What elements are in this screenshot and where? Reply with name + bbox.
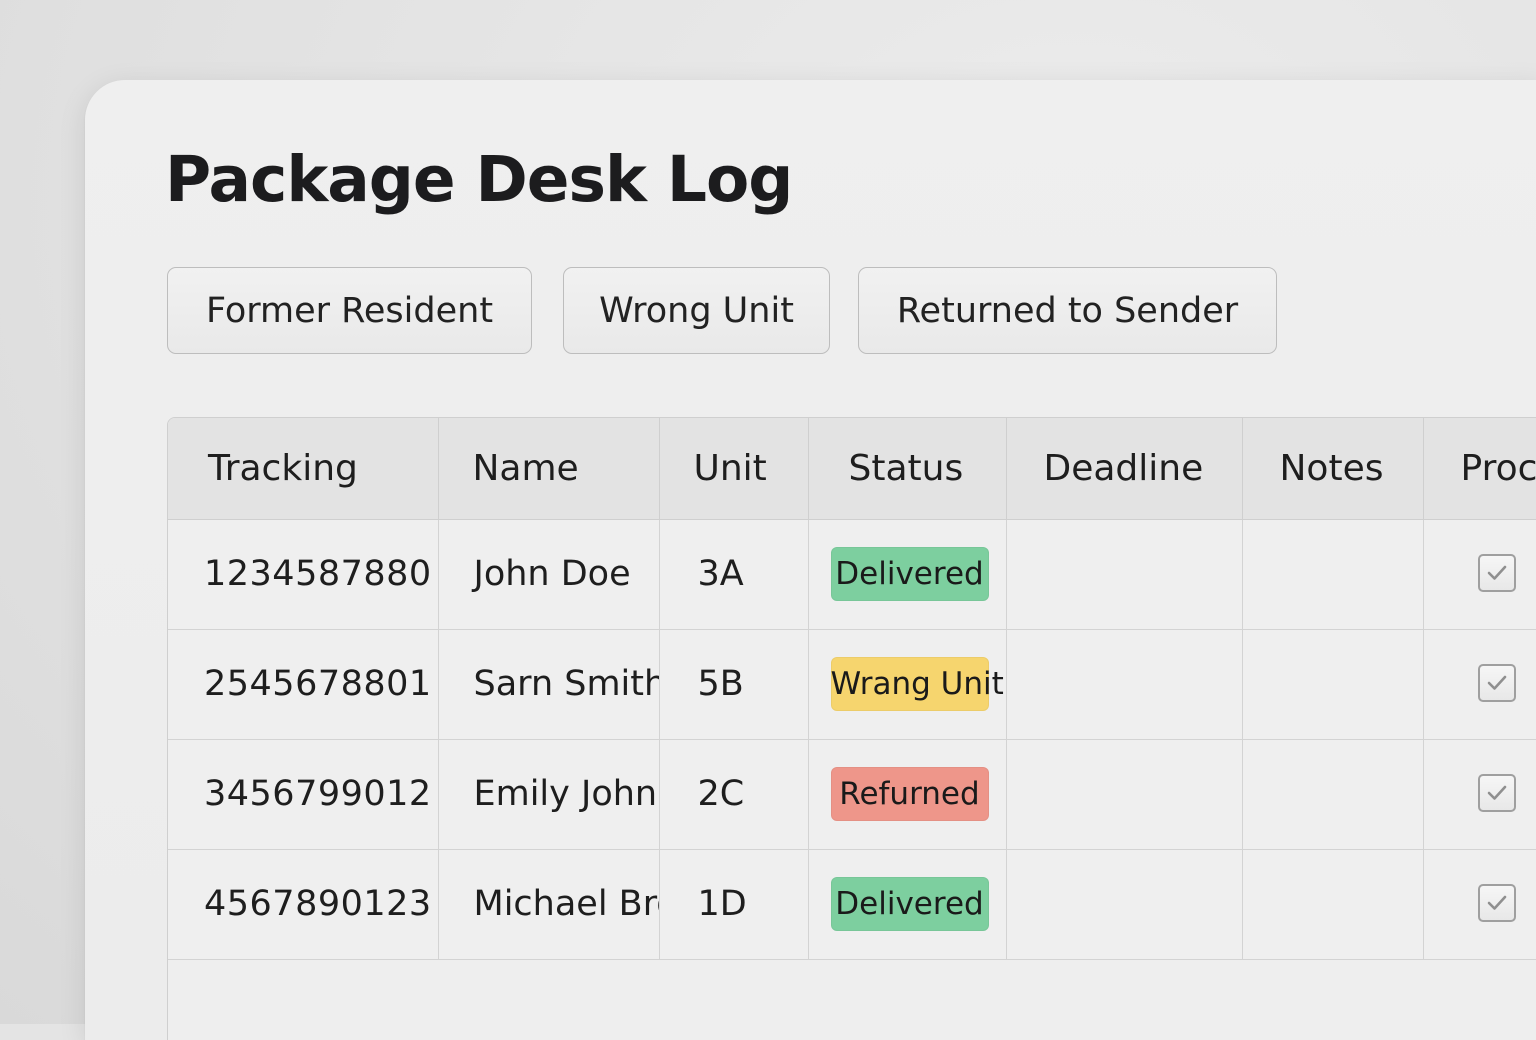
tracking-cell: 3456799012 [168, 739, 439, 850]
page-title: Package Desk Log [165, 143, 793, 216]
resident-name: John Doe [473, 554, 631, 594]
tracking-number: 2545678801 [204, 664, 432, 704]
column-header-status[interactable]: Status [808, 418, 1007, 520]
processed-cell [1423, 739, 1536, 850]
package-desk-panel: Package Desk Log Former Resident Wrong U… [85, 80, 1536, 1040]
unit-number: 2C [697, 774, 745, 814]
name-cell: Sarn Smith [438, 629, 660, 740]
filter-wrong-unit-button[interactable]: Wrong Unit [563, 267, 830, 354]
column-header-name[interactable]: Name [438, 418, 660, 520]
status-badge: Delivered [830, 877, 989, 931]
processed-cell [1423, 629, 1536, 740]
checkmark-icon [1487, 785, 1506, 800]
resident-name: Michael Bro [473, 884, 659, 924]
status-badge: Wrang Unit [830, 657, 1004, 711]
processed-cell [1423, 849, 1536, 960]
name-cell: Emily Johns [438, 739, 660, 850]
column-header-deadline[interactable]: Deadline [1006, 418, 1243, 520]
deadline-cell[interactable] [1006, 849, 1243, 960]
table-header: Tracking Name Unit Status Deadline Notes… [168, 418, 1536, 520]
table-row[interactable]: 4567890123 Michael Bro 1D Delivered [168, 849, 1536, 960]
notes-cell[interactable] [1242, 739, 1424, 850]
name-cell: Michael Bro [438, 849, 660, 960]
filter-former-resident-button[interactable]: Former Resident [167, 267, 532, 354]
table-row[interactable]: 1234587880 John Doe 3A Delivered [168, 519, 1536, 630]
deadline-cell[interactable] [1006, 519, 1243, 630]
processed-checkbox[interactable] [1477, 774, 1516, 812]
status-cell: Refurned [808, 739, 1007, 850]
processed-checkbox[interactable] [1477, 554, 1516, 592]
notes-cell[interactable] [1242, 849, 1424, 960]
status-badge: Delivered [830, 547, 989, 601]
package-table-container: Tracking Name Unit Status Deadline Notes… [167, 417, 1536, 1040]
filter-returned-to-sender-button[interactable]: Returned to Sender [858, 267, 1277, 354]
checkmark-icon [1487, 675, 1506, 690]
status-cell: Wrang Unit [808, 629, 1007, 740]
processed-checkbox[interactable] [1477, 664, 1516, 702]
notes-cell[interactable] [1242, 519, 1424, 630]
tracking-cell: 2545678801 [168, 629, 439, 740]
resident-name: Emily Johns [473, 774, 659, 814]
table-row[interactable]: 3456799012 Emily Johns 2C Refurned [168, 739, 1536, 850]
table-body: 1234587880 John Doe 3A Delivered 2545678… [168, 519, 1536, 960]
tracking-number: 4567890123 [204, 884, 432, 924]
tracking-number: 1234587880 [204, 554, 432, 594]
tracking-number: 3456799012 [204, 774, 432, 814]
notes-cell[interactable] [1242, 629, 1424, 740]
status-cell: Delivered [808, 519, 1007, 630]
name-cell: John Doe [438, 519, 660, 630]
unit-number: 1D [697, 884, 747, 924]
unit-cell: 2C [659, 739, 809, 850]
checkmark-icon [1487, 565, 1506, 580]
table-row[interactable]: 2545678801 Sarn Smith 5B Wrang Unit [168, 629, 1536, 740]
unit-cell: 3A [659, 519, 809, 630]
unit-cell: 5B [659, 629, 809, 740]
status-cell: Delivered [808, 849, 1007, 960]
processed-cell [1423, 519, 1536, 630]
checkmark-icon [1487, 895, 1506, 910]
column-header-notes[interactable]: Notes [1242, 418, 1424, 520]
unit-number: 3A [697, 554, 744, 594]
unit-cell: 1D [659, 849, 809, 960]
column-header-unit[interactable]: Unit [659, 418, 809, 520]
unit-number: 5B [697, 664, 744, 704]
header-row: Tracking Name Unit Status Deadline Notes… [168, 418, 1536, 520]
deadline-cell[interactable] [1006, 739, 1243, 850]
status-badge: Refurned [830, 767, 989, 821]
processed-checkbox[interactable] [1477, 884, 1516, 922]
column-header-processed[interactable]: Proc [1423, 418, 1536, 520]
deadline-cell[interactable] [1006, 629, 1243, 740]
tracking-cell: 4567890123 [168, 849, 439, 960]
column-header-tracking[interactable]: Tracking [168, 418, 439, 520]
resident-name: Sarn Smith [473, 664, 659, 704]
tracking-cell: 1234587880 [168, 519, 439, 630]
package-table: Tracking Name Unit Status Deadline Notes… [168, 418, 1536, 960]
